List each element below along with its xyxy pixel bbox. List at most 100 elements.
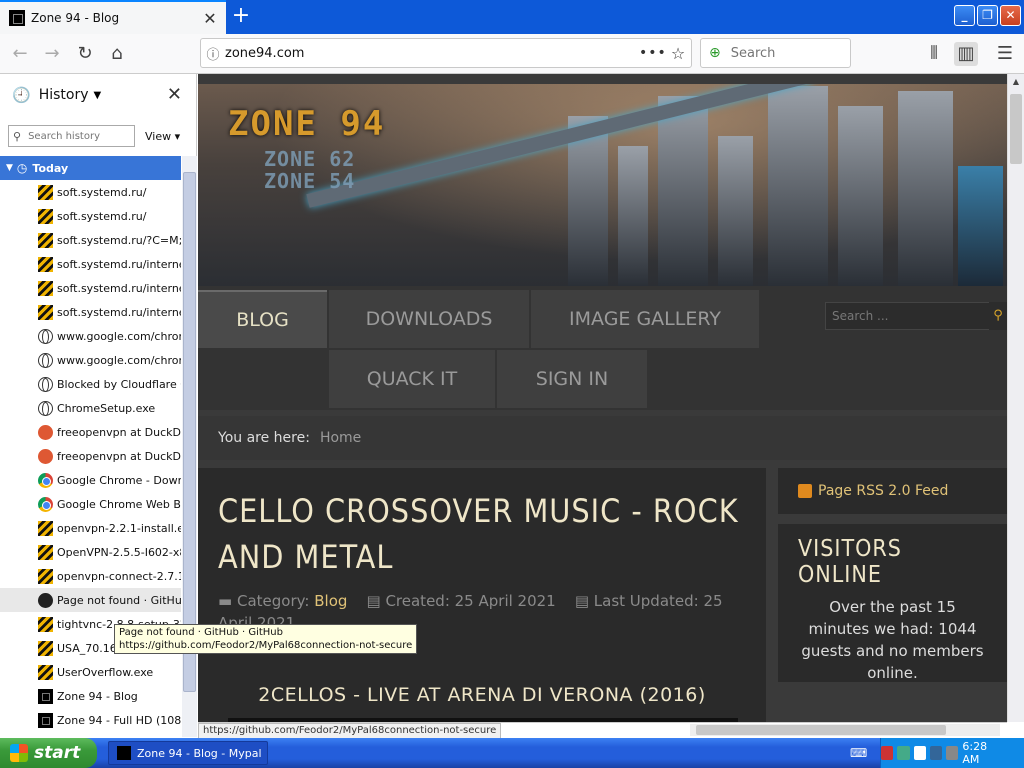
start-button[interactable]: start bbox=[0, 738, 97, 768]
tray-icon[interactable] bbox=[929, 746, 943, 760]
history-item-label: UserOverflow.exe bbox=[57, 665, 154, 679]
library-icon[interactable]: ⫴ bbox=[922, 42, 946, 66]
address-bar[interactable]: ⓘ zone94.com ••• ☆ bbox=[200, 38, 692, 68]
zone-favicon-icon bbox=[38, 736, 53, 737]
tray-icon[interactable] bbox=[913, 746, 926, 760]
history-item[interactable]: www.google.com/chrome/ bbox=[0, 348, 181, 372]
history-item[interactable]: ChromeSetup.exe bbox=[0, 396, 181, 420]
sidebar-header: 🕘 History ▼ ✕ bbox=[0, 74, 196, 116]
search-input[interactable] bbox=[728, 44, 829, 62]
history-item[interactable]: freeopenvpn at DuckDuck bbox=[0, 420, 181, 444]
bookmark-star-icon[interactable]: ☆ bbox=[665, 44, 691, 63]
history-group-today[interactable]: ▼ ◷ Today bbox=[0, 156, 181, 180]
tray-icon[interactable] bbox=[881, 746, 894, 760]
reload-icon[interactable]: ↻ bbox=[73, 42, 97, 66]
article-title[interactable]: CELLO CROSSOVER MUSIC - ROCK AND METAL bbox=[218, 488, 746, 580]
stripe-favicon-icon bbox=[38, 544, 53, 560]
page-actions-icon[interactable]: ••• bbox=[639, 45, 666, 61]
home-icon[interactable]: ⌂ bbox=[105, 42, 129, 66]
menu-item-quack-it[interactable]: QUACK IT bbox=[329, 350, 495, 408]
menu-hamburger-icon[interactable]: ☰ bbox=[993, 42, 1017, 66]
history-item-label: soft.systemd.ru/internet/ bbox=[57, 305, 181, 319]
scroll-up-icon[interactable]: ▲ bbox=[1008, 74, 1024, 90]
history-item[interactable]: openvpn-2.2.1-install.exe bbox=[0, 516, 181, 540]
breadcrumb-home-link[interactable]: Home bbox=[320, 430, 361, 446]
clock-icon: ◷ bbox=[16, 161, 28, 175]
status-url: https://github.com/Feodor2/MyPal68connec… bbox=[198, 723, 502, 739]
close-sidebar-icon[interactable]: ✕ bbox=[167, 84, 182, 105]
view-menu-button[interactable]: View ▾ bbox=[145, 130, 180, 143]
history-item[interactable]: www.google.com/chrome/ bbox=[0, 324, 181, 348]
view-label: View bbox=[145, 129, 172, 143]
tray-icon[interactable] bbox=[897, 746, 910, 760]
clock-icon: 🕘 bbox=[12, 86, 31, 104]
scrollbar-thumb[interactable] bbox=[1010, 94, 1022, 164]
category-link[interactable]: Blog bbox=[314, 592, 347, 610]
stripe-favicon-icon bbox=[38, 664, 53, 680]
close-window-button[interactable]: ✕ bbox=[1000, 5, 1021, 26]
zone-favicon-icon bbox=[38, 688, 53, 704]
taskbar-item-mypal[interactable]: Zone 94 - Blog - Mypal bbox=[108, 741, 268, 765]
history-search-field[interactable]: ⚲ bbox=[8, 125, 135, 147]
info-icon[interactable]: ⓘ bbox=[201, 44, 225, 63]
maximize-button[interactable]: ❐ bbox=[977, 5, 998, 26]
close-tab-icon[interactable]: ✕ bbox=[200, 9, 220, 28]
globe-favicon-icon bbox=[38, 376, 53, 392]
history-item[interactable]: UserOverflow.exe bbox=[0, 660, 181, 684]
speaker-icon[interactable] bbox=[946, 746, 959, 760]
history-item[interactable]: Google Chrome - Downloa bbox=[0, 468, 181, 492]
back-arrow-icon[interactable]: ← bbox=[8, 42, 32, 66]
menu-item-blog[interactable]: BLOG bbox=[198, 290, 327, 348]
history-item[interactable]: openvpn-connect-2.7.1.1 bbox=[0, 564, 181, 588]
globe-favicon-icon bbox=[38, 352, 53, 368]
history-item[interactable]: Zone 94 - Full HD (1080p) bbox=[0, 708, 181, 732]
scrollbar-thumb[interactable] bbox=[183, 172, 196, 692]
history-item[interactable]: soft.systemd.ru/?C=M;O= bbox=[0, 228, 181, 252]
history-search-input[interactable] bbox=[26, 129, 123, 143]
history-item[interactable]: soft.systemd.ru/ bbox=[0, 204, 181, 228]
history-item[interactable]: soft.systemd.ru/internet/ bbox=[0, 276, 181, 300]
menu-item-image-gallery[interactable]: IMAGE GALLERY bbox=[531, 290, 759, 348]
page-scrollbar[interactable]: ▲ bbox=[1007, 74, 1024, 722]
sidebar-toggle-icon[interactable]: ▥ bbox=[954, 42, 978, 66]
history-item[interactable]: soft.systemd.ru/internet/ bbox=[0, 300, 181, 324]
menu-item-downloads[interactable]: DOWNLOADS bbox=[329, 290, 529, 348]
history-item-label: soft.systemd.ru/ bbox=[57, 185, 147, 199]
search-icon[interactable]: ⚲ bbox=[989, 302, 1007, 330]
horizontal-scrollbar[interactable] bbox=[690, 724, 1000, 736]
minimize-button[interactable]: _ bbox=[954, 5, 975, 26]
clock-time[interactable]: 6:28 AM bbox=[962, 740, 1002, 766]
rss-feed-link[interactable]: Page RSS 2.0 Feed bbox=[778, 468, 1007, 514]
new-tab-button[interactable]: + bbox=[229, 5, 253, 29]
url-text[interactable]: zone94.com bbox=[225, 46, 639, 61]
history-item[interactable]: Zone 94 - Blog bbox=[0, 684, 181, 708]
rss-label: Page RSS 2.0 Feed bbox=[818, 483, 949, 499]
history-item-label: Google Chrome Web Brow bbox=[57, 497, 181, 511]
history-item[interactable]: Google Chrome Web Brow bbox=[0, 492, 181, 516]
stripe-favicon-icon bbox=[38, 280, 53, 296]
calendar-icon: ▤ bbox=[366, 592, 381, 610]
history-item[interactable]: soft.systemd.ru/ bbox=[0, 180, 181, 204]
history-item[interactable]: Page not found · GitHub · bbox=[0, 588, 181, 612]
sidebar-title[interactable]: History bbox=[39, 87, 89, 103]
scrollbar-thumb[interactable] bbox=[696, 725, 946, 735]
site-menu: BLOG DOWNLOADS IMAGE GALLERY QUACK IT SI… bbox=[198, 286, 1007, 410]
history-item[interactable]: OpenVPN-2.5.5-I602-x86 bbox=[0, 540, 181, 564]
twisty-down-icon[interactable]: ▼ bbox=[6, 163, 13, 173]
title-bar: Zone 94 - Blog ✕ + _ ❐ ✕ bbox=[0, 0, 1024, 34]
menu-item-sign-in[interactable]: SIGN IN bbox=[497, 350, 647, 408]
tab-zone94-blog[interactable]: Zone 94 - Blog ✕ bbox=[0, 0, 226, 34]
category-label: Category: bbox=[236, 592, 310, 610]
history-item[interactable]: Blocked by Cloudflare Gat bbox=[0, 372, 181, 396]
chevron-down-icon[interactable]: ▼ bbox=[94, 90, 102, 101]
site-logo[interactable]: ZONE 94 bbox=[228, 104, 385, 144]
history-item[interactable]: soft.systemd.ru/internet/ bbox=[0, 252, 181, 276]
keyboard-icon[interactable]: ⌨ bbox=[850, 746, 867, 760]
sidebar-tools: ⚲ View ▾ bbox=[0, 116, 196, 156]
search-bar[interactable]: ⊕ bbox=[700, 38, 851, 68]
history-item[interactable]: freeopenvpn at DuckDuck bbox=[0, 444, 181, 468]
forward-arrow-icon[interactable]: → bbox=[40, 42, 64, 66]
site-search-input[interactable]: Search ... bbox=[825, 302, 990, 330]
history-item[interactable] bbox=[0, 732, 181, 737]
system-tray: 6:28 AM bbox=[880, 738, 1024, 768]
